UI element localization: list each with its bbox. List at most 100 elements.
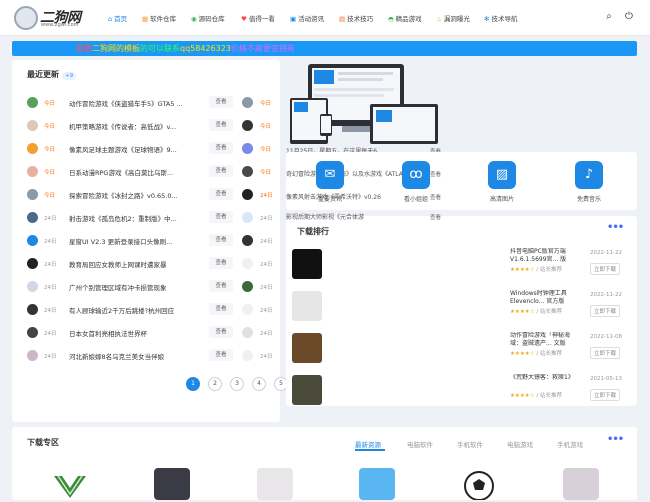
download-thumbnail[interactable]: [292, 375, 322, 405]
app-icon[interactable]: [359, 468, 395, 500]
download-button[interactable]: 立即下载: [590, 389, 621, 401]
nav-item-software[interactable]: ▦ 软件仓库: [142, 13, 176, 23]
post-date-secondary: 24日: [260, 285, 273, 291]
search-icon[interactable]: ⌕: [603, 11, 615, 23]
post-title[interactable]: 射击游戏《孤岛危机2：重制版》中...: [69, 213, 199, 223]
active-tab-underline: [355, 449, 385, 451]
tab-pc-software[interactable]: 电脑软件: [407, 439, 433, 449]
view-button[interactable]: 查看: [209, 188, 233, 200]
recent-row[interactable]: 24日 广州个别管理区域有冲卡损管现象 查看 24日: [24, 277, 276, 294]
gta5-game-icon[interactable]: [52, 468, 88, 500]
post-date-secondary: 今日: [260, 124, 272, 130]
page-button[interactable]: 3: [230, 377, 244, 391]
tab-mobile-software[interactable]: 手机软件: [457, 439, 483, 449]
download-button[interactable]: 立即下载: [590, 263, 621, 275]
download-item[interactable]: 《荒野大镖客：救赎1》 ★★★★☆ / 站长推荐 2021-05-13 立即下载: [290, 372, 630, 409]
view-button[interactable]: 查看: [209, 142, 233, 154]
nav-item-games[interactable]: ◓ 精品游戏: [388, 13, 422, 23]
download-item[interactable]: 抖音电脑PC版官方端V1.6.1.5699官... 版 ★★★★☆ / 站长推荐 2…: [290, 246, 630, 283]
post-title[interactable]: 探索冒险游戏《冰封之路》v0.65.0...: [69, 190, 199, 200]
quick-link-music[interactable]: ♪ 免费音乐: [570, 161, 608, 203]
download-name[interactable]: 《荒野大镖客：救赎1》: [510, 374, 580, 382]
view-button[interactable]: 查看: [209, 303, 233, 315]
download-item[interactable]: 动作冒险游戏「神秘海域：盗贼遗产... 文版 ★★★★☆ / 站长推荐 2022-1…: [290, 330, 630, 367]
post-title[interactable]: 有人顾球输近2千万后跳楼?杭州回应: [69, 305, 199, 315]
rating-stars: ★★★★☆ / 站长推荐: [510, 309, 563, 315]
recent-row[interactable]: 24日 日本女首利亮相执法世界杯 查看 24日: [24, 323, 276, 340]
overlay-line-4[interactable]: 影视后期大师影视《元合体游: [286, 212, 438, 221]
nav-item-worth[interactable]: ♥ 值得一看: [241, 13, 275, 23]
download-thumbnail[interactable]: [292, 333, 322, 363]
nav-item-vuln[interactable]: ♨ 漏洞曝光: [436, 13, 470, 23]
page-button[interactable]: 4: [252, 377, 266, 391]
view-button[interactable]: 查看: [209, 119, 233, 131]
football-game-icon[interactable]: [461, 468, 497, 501]
overlay-line-4-button[interactable]: 查看: [430, 213, 441, 221]
tab-pc-games[interactable]: 电脑游戏: [507, 439, 533, 449]
download-name[interactable]: 抖音电脑PC版官方端V1.6.1.5699官... 版: [510, 248, 580, 263]
download-button[interactable]: 立即下载: [590, 347, 621, 359]
recent-row[interactable]: 24日 星窗UI V2.3 更新登录接口头像刷... 查看 24日: [24, 231, 276, 248]
rpg-game-icon[interactable]: [563, 468, 599, 500]
post-title[interactable]: 星窗UI V2.3 更新登录接口头像刷...: [69, 236, 199, 246]
post-title[interactable]: 河北新娘嫁8名乌克兰美女当伴娘: [69, 351, 199, 361]
quick-link-news[interactable]: ✉ 重要资讯: [311, 161, 349, 203]
recent-row[interactable]: 今日 机甲策略游戏《传说者：高低战》v... 查看 今日: [24, 116, 276, 133]
recent-row[interactable]: 24日 教育局回应女教师上网课时遭家暴 查看 24日: [24, 254, 276, 271]
view-button[interactable]: 查看: [209, 349, 233, 361]
download-item[interactable]: Windows时钟理工具Elevenclo... 官方版 ★★★★☆ / 站长推荐…: [290, 288, 630, 325]
recent-row[interactable]: 今日 日系动漫RPG游戏《高白莫比乌斯... 查看 今日: [24, 162, 276, 179]
post-title[interactable]: 动作冒险游戏《侠盗猎车手5》GTA5 ...: [69, 98, 199, 108]
more-dots-icon[interactable]: •••: [607, 434, 624, 445]
post-title[interactable]: 像素风足球主题游戏《足球物语》9...: [69, 144, 199, 154]
recent-row[interactable]: 24日 河北新娘嫁8名乌克兰美女当伴娘 查看 24日: [24, 346, 276, 363]
view-button[interactable]: 查看: [209, 211, 233, 223]
post-title[interactable]: 日本女首利亮相执法世界杯: [69, 328, 199, 338]
view-button[interactable]: 查看: [209, 234, 233, 246]
user-icon[interactable]: ⏻: [623, 11, 635, 23]
quick-link-images[interactable]: ▨ 高清图片: [483, 161, 521, 203]
quick-link-girls[interactable]: ꝏ 看小姐姐: [397, 161, 435, 203]
tab-latest[interactable]: 最新资源: [355, 439, 381, 449]
download-author: / 站长推荐: [536, 351, 563, 357]
post-title[interactable]: 教育局回应女教师上网课时遭家暴: [69, 259, 199, 269]
announcement-banner[interactable]: 需要二狗网的模板的可以联系qq58426323价格不高便宜拥有: [12, 41, 637, 56]
nav-item-home[interactable]: ⌂ 首页: [108, 13, 127, 23]
recent-row[interactable]: 今日 动作冒险游戏《侠盗猎车手5》GTA5 ... 查看 今日: [24, 93, 276, 110]
download-thumbnail[interactable]: [292, 249, 322, 279]
crysis-game-icon[interactable]: [154, 468, 190, 500]
recent-row[interactable]: 今日 探索冒险游戏《冰封之路》v0.65.0... 查看 24日: [24, 185, 276, 202]
view-button[interactable]: 查看: [209, 165, 233, 177]
download-button[interactable]: 立即下载: [590, 305, 621, 317]
page-button[interactable]: 1: [186, 377, 200, 391]
site-logo-icon[interactable]: [14, 6, 38, 30]
download-thumbnail[interactable]: [292, 291, 322, 321]
view-button[interactable]: 查看: [209, 326, 233, 338]
post-title[interactable]: 日系动漫RPG游戏《高白莫比乌斯...: [69, 167, 199, 177]
post-date: 24日: [44, 354, 57, 360]
post-title[interactable]: 广州个别管理区域有冲卡损管现象: [69, 282, 199, 292]
recent-row[interactable]: 24日 射击游戏《孤岛危机2：重制版》中... 查看 24日: [24, 208, 276, 225]
nav-item-source[interactable]: ◉ 源码仓库: [191, 13, 225, 23]
tab-mobile-games[interactable]: 手机游戏: [557, 439, 583, 449]
nav-item-activity[interactable]: ▣ 活动资讯: [290, 13, 324, 23]
nav-item-tips[interactable]: ▤ 技术技巧: [339, 13, 373, 23]
nav-item-tech-nav[interactable]: ✻ 技术导航: [484, 13, 517, 23]
anime-game-icon[interactable]: [257, 468, 293, 500]
download-zone-panel: [12, 427, 637, 500]
post-date-secondary: 今日: [260, 170, 272, 176]
recent-row[interactable]: 今日 像素风足球主题游戏《足球物语》9... 查看 今日: [24, 139, 276, 156]
post-avatar: [27, 97, 38, 108]
view-button[interactable]: 查看: [209, 257, 233, 269]
view-button[interactable]: 查看: [209, 280, 233, 292]
post-avatar: [27, 120, 38, 131]
recent-row[interactable]: 24日 有人顾球输近2千万后跳楼?杭州回应 查看 24日: [24, 300, 276, 317]
home-icon: ⌂: [108, 15, 113, 23]
download-name[interactable]: Windows时钟理工具Elevenclo... 官方版: [510, 290, 580, 305]
download-name[interactable]: 动作冒险游戏「神秘海域：盗贼遗产... 文版: [510, 332, 580, 347]
post-avatar: [27, 350, 38, 361]
post-title[interactable]: 机甲策略游戏《传说者：高低战》v...: [69, 121, 199, 131]
page-button[interactable]: 2: [208, 377, 222, 391]
more-dots-icon[interactable]: •••: [607, 222, 624, 233]
view-button[interactable]: 查看: [209, 96, 233, 108]
